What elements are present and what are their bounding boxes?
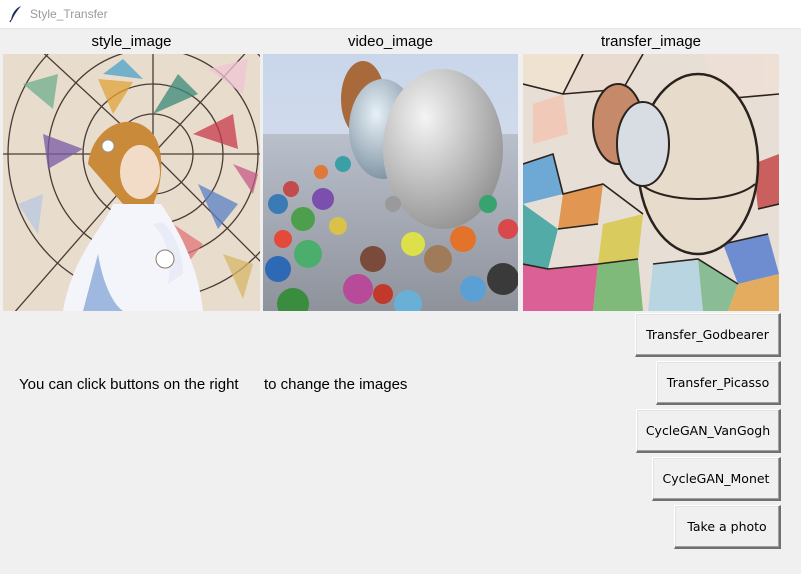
transfer-image	[523, 54, 779, 311]
cyclegan-vangogh-button[interactable]: CycleGAN_VanGogh	[636, 409, 781, 453]
window-title: Style_Transfer	[30, 7, 108, 21]
window-titlebar: Style_Transfer	[0, 0, 801, 29]
transfer-image-label: transfer_image	[600, 33, 702, 50]
transfer-picasso-button[interactable]: Transfer_Picasso	[656, 361, 781, 405]
style-image	[3, 54, 260, 311]
feather-icon	[9, 6, 21, 23]
cyclegan-monet-button[interactable]: CycleGAN_Monet	[652, 457, 781, 501]
transfer-godbearer-button[interactable]: Transfer_Godbearer	[635, 313, 781, 357]
hint-text-part1: You can click buttons on the right	[19, 376, 239, 393]
hint-text-part2: to change the images	[264, 376, 408, 393]
video-image-label: video_image	[347, 33, 434, 50]
style-image-label: style_image	[91, 33, 172, 50]
take-photo-button[interactable]: Take a photo	[674, 505, 781, 549]
video-image	[263, 54, 518, 311]
